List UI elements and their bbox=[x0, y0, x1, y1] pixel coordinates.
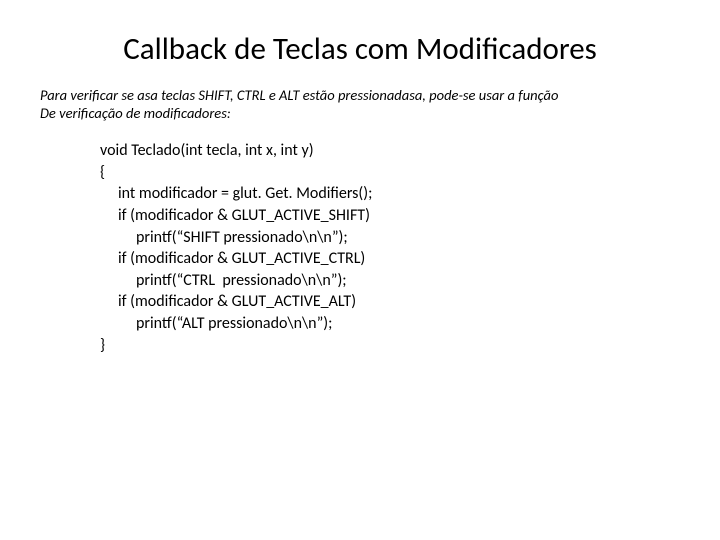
slide: Callback de Teclas com Modificadores Par… bbox=[0, 0, 720, 540]
code-line: { bbox=[100, 162, 680, 184]
code-line: if (modificador & GLUT_ACTIVE_ALT) bbox=[100, 291, 680, 313]
code-line: int modificador = glut. Get. Modifiers()… bbox=[100, 183, 680, 205]
slide-title: Callback de Teclas com Modificadores bbox=[40, 30, 680, 68]
subtitle-line-1: Para verificar se asa teclas SHIFT, CTRL… bbox=[40, 86, 680, 104]
code-line: printf(“SHIFT pressionado\n\n”); bbox=[100, 227, 680, 249]
code-line: } bbox=[100, 335, 680, 357]
code-block: void Teclado(int tecla, int x, int y) { … bbox=[40, 140, 680, 356]
code-line: if (modificador & GLUT_ACTIVE_SHIFT) bbox=[100, 205, 680, 227]
code-line: void Teclado(int tecla, int x, int y) bbox=[100, 140, 680, 162]
subtitle-line-2: De verificação de modificadores: bbox=[40, 104, 680, 122]
code-line: if (modificador & GLUT_ACTIVE_CTRL) bbox=[100, 248, 680, 270]
code-line: printf(“ALT pressionado\n\n”); bbox=[100, 313, 680, 335]
code-line: printf(“CTRL pressionado\n\n”); bbox=[100, 270, 680, 292]
slide-subtitle: Para verificar se asa teclas SHIFT, CTRL… bbox=[40, 86, 680, 122]
